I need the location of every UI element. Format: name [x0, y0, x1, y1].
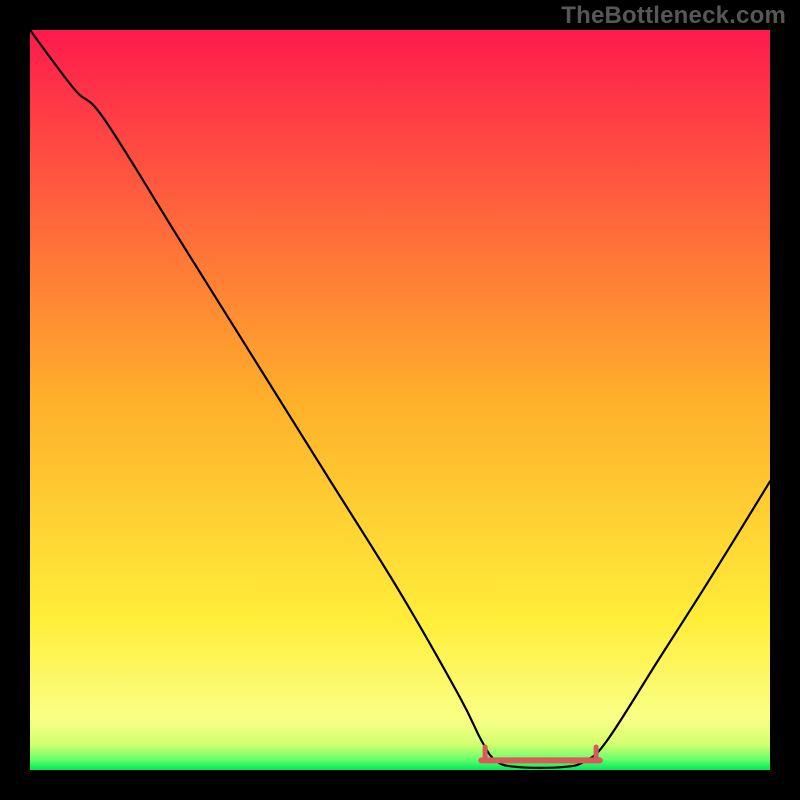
chart-frame: TheBottleneck.com [0, 0, 800, 800]
watermark-text: TheBottleneck.com [561, 2, 786, 30]
chart-svg [30, 30, 770, 770]
plot-area [30, 30, 770, 770]
